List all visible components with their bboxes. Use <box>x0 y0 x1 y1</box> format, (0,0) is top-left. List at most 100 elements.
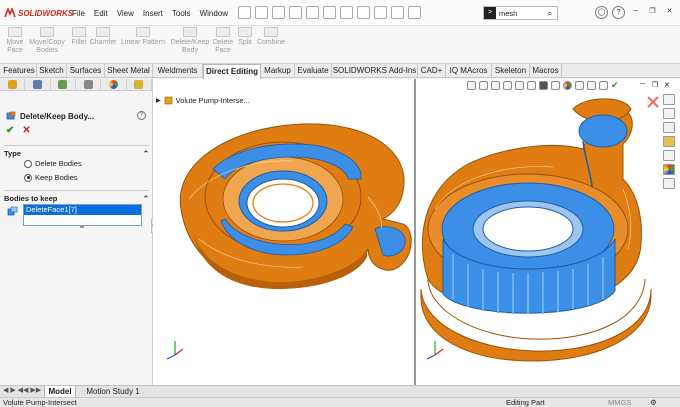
options-icon[interactable] <box>391 6 404 19</box>
hide-show-items-icon[interactable] <box>551 81 560 90</box>
configuration-manager-tab[interactable] <box>51 79 76 90</box>
tab-solidworks-add-ins[interactable]: SOLIDWORKS Add-Ins <box>332 64 418 78</box>
delete-keep-body-tool[interactable]: Delete/Keep Body <box>170 27 210 55</box>
cam-tab[interactable] <box>127 79 152 90</box>
bodies-section-header[interactable]: Bodies to keep ⌃ <box>4 190 149 203</box>
feature-manager-tab[interactable] <box>0 79 26 90</box>
zoom-to-area-icon[interactable] <box>479 81 488 90</box>
command-search-icon[interactable]: > <box>484 7 496 19</box>
ok-check-icon[interactable]: ✔ <box>6 125 14 136</box>
status-settings-icon[interactable]: ⚙ <box>650 398 657 407</box>
list-item[interactable]: DeleteFace1[7] <box>24 205 141 215</box>
new-document-icon[interactable] <box>255 6 268 19</box>
fillet-tool[interactable]: Fillet <box>68 27 90 47</box>
minimize-pane-icon[interactable]: ─ <box>640 81 649 90</box>
select-icon[interactable] <box>340 6 353 19</box>
collapse-icon[interactable]: ⌃ <box>143 149 149 158</box>
design-library-icon[interactable] <box>663 122 675 133</box>
view-palette-icon[interactable] <box>663 150 675 161</box>
bodies-to-keep-list[interactable]: DeleteFace1[7] <box>23 204 142 226</box>
collapse-icon[interactable]: ⌃ <box>143 194 149 203</box>
property-manager-tab[interactable] <box>25 79 51 90</box>
linear-pattern-tool[interactable]: Linear Pattern <box>120 27 166 47</box>
delete-face-tool[interactable]: Delete Face <box>212 27 234 55</box>
minimize-icon[interactable]: ─ <box>629 6 642 19</box>
tab-features[interactable]: Features <box>2 64 37 78</box>
search-box[interactable]: > mesh ⌕ <box>483 6 558 20</box>
dimxpert-tab[interactable] <box>76 79 102 90</box>
split-tool[interactable]: Split <box>236 27 254 47</box>
close-pane-icon[interactable]: ✕ <box>664 81 673 90</box>
undo-icon[interactable] <box>323 6 336 19</box>
tab-weldments[interactable]: Weldments <box>153 64 203 78</box>
chamfer-tool[interactable]: Chamfer <box>89 27 117 47</box>
menu-insert[interactable]: Insert <box>143 9 163 18</box>
zoom-to-fit-icon[interactable] <box>467 81 476 90</box>
tab-surfaces[interactable]: Surfaces <box>67 64 105 78</box>
flyout-feature-tree[interactable]: ▶ Volute Pump-Interse... <box>156 96 250 105</box>
tab-evaluate[interactable]: Evaluate <box>295 64 332 78</box>
search-icon[interactable]: ⌕ <box>543 8 557 19</box>
menu-view[interactable]: View <box>117 9 134 18</box>
tab-direct-editing[interactable]: Direct Editing <box>203 64 261 79</box>
dynamic-annotation-icon[interactable] <box>515 81 524 90</box>
right-volute-model[interactable] <box>420 98 652 362</box>
exit-view-icon[interactable] <box>647 96 659 108</box>
confirm-check-icon[interactable]: ✔ <box>611 81 620 90</box>
model-view[interactable] <box>153 79 680 385</box>
restore-icon[interactable]: ❐ <box>646 6 659 19</box>
status-units[interactable]: MMGS <box>608 398 631 407</box>
menu-tools[interactable]: Tools <box>172 9 191 18</box>
resources-icon[interactable] <box>663 108 675 119</box>
tab-cad-plus[interactable]: CAD+ <box>418 64 446 78</box>
edit-appearance-icon[interactable] <box>563 81 572 90</box>
pin-toolbar-icon[interactable] <box>408 6 421 19</box>
print-icon[interactable] <box>306 6 319 19</box>
help-icon[interactable]: ? <box>612 6 625 19</box>
tab-nav-arrows-icon[interactable]: ◀ ▶ ◀◀ ▶▶ <box>3 386 41 394</box>
rebuild-icon[interactable] <box>357 6 370 19</box>
appearances-icon[interactable] <box>663 164 675 175</box>
move-copy-bodies-tool[interactable]: Move/Copy Bodies <box>28 27 66 55</box>
expand-arrow-icon[interactable]: ▶ <box>156 97 161 104</box>
close-icon[interactable]: ✕ <box>663 6 676 19</box>
graphics-area[interactable] <box>153 79 680 385</box>
solidworks-logo[interactable]: SOLIDWORKS <box>4 7 73 19</box>
display-style-icon[interactable] <box>539 81 548 90</box>
radio-button[interactable] <box>24 159 32 168</box>
menu-edit[interactable]: Edit <box>94 9 108 18</box>
cancel-x-icon[interactable]: ✕ <box>22 125 30 136</box>
apply-scene-icon[interactable] <box>575 81 584 90</box>
resize-handle[interactable] <box>80 225 84 228</box>
menu-window[interactable]: Window <box>200 9 228 18</box>
section-view-icon[interactable] <box>503 81 512 90</box>
file-explorer-icon[interactable] <box>663 136 675 147</box>
custom-properties-icon[interactable] <box>663 178 675 189</box>
previous-view-icon[interactable] <box>491 81 500 90</box>
menu-file[interactable]: File <box>72 9 85 18</box>
home-icon[interactable] <box>238 6 251 19</box>
save-icon[interactable] <box>289 6 302 19</box>
account-icon[interactable]: ◯ <box>595 6 608 19</box>
tab-iq-macros[interactable]: IQ MAcros <box>446 64 492 78</box>
tab-sketch[interactable]: Sketch <box>37 64 67 78</box>
display-manager-tab[interactable] <box>101 79 127 90</box>
radio-keep-bodies[interactable]: Keep Bodies <box>24 173 78 182</box>
tab-markup[interactable]: Markup <box>261 64 295 78</box>
home-icon[interactable] <box>663 94 675 105</box>
left-volute-model[interactable] <box>179 123 412 289</box>
display-pane-icon[interactable] <box>599 81 608 90</box>
search-input[interactable]: mesh <box>496 9 517 18</box>
open-icon[interactable] <box>272 6 285 19</box>
view-orientation-icon[interactable] <box>527 81 536 90</box>
radio-button-selected[interactable] <box>24 173 32 182</box>
view-settings-icon[interactable] <box>587 81 596 90</box>
viewport-splitter[interactable] <box>414 79 416 385</box>
type-section-header[interactable]: Type ⌃ <box>4 145 149 158</box>
restore-pane-icon[interactable]: ❐ <box>652 81 661 90</box>
move-face-tool[interactable]: Move Face <box>4 27 26 55</box>
combine-tool[interactable]: Combine <box>256 27 286 47</box>
help-icon[interactable]: ? <box>137 111 146 120</box>
file-properties-icon[interactable] <box>374 6 387 19</box>
tab-macros[interactable]: Macros <box>530 64 562 78</box>
